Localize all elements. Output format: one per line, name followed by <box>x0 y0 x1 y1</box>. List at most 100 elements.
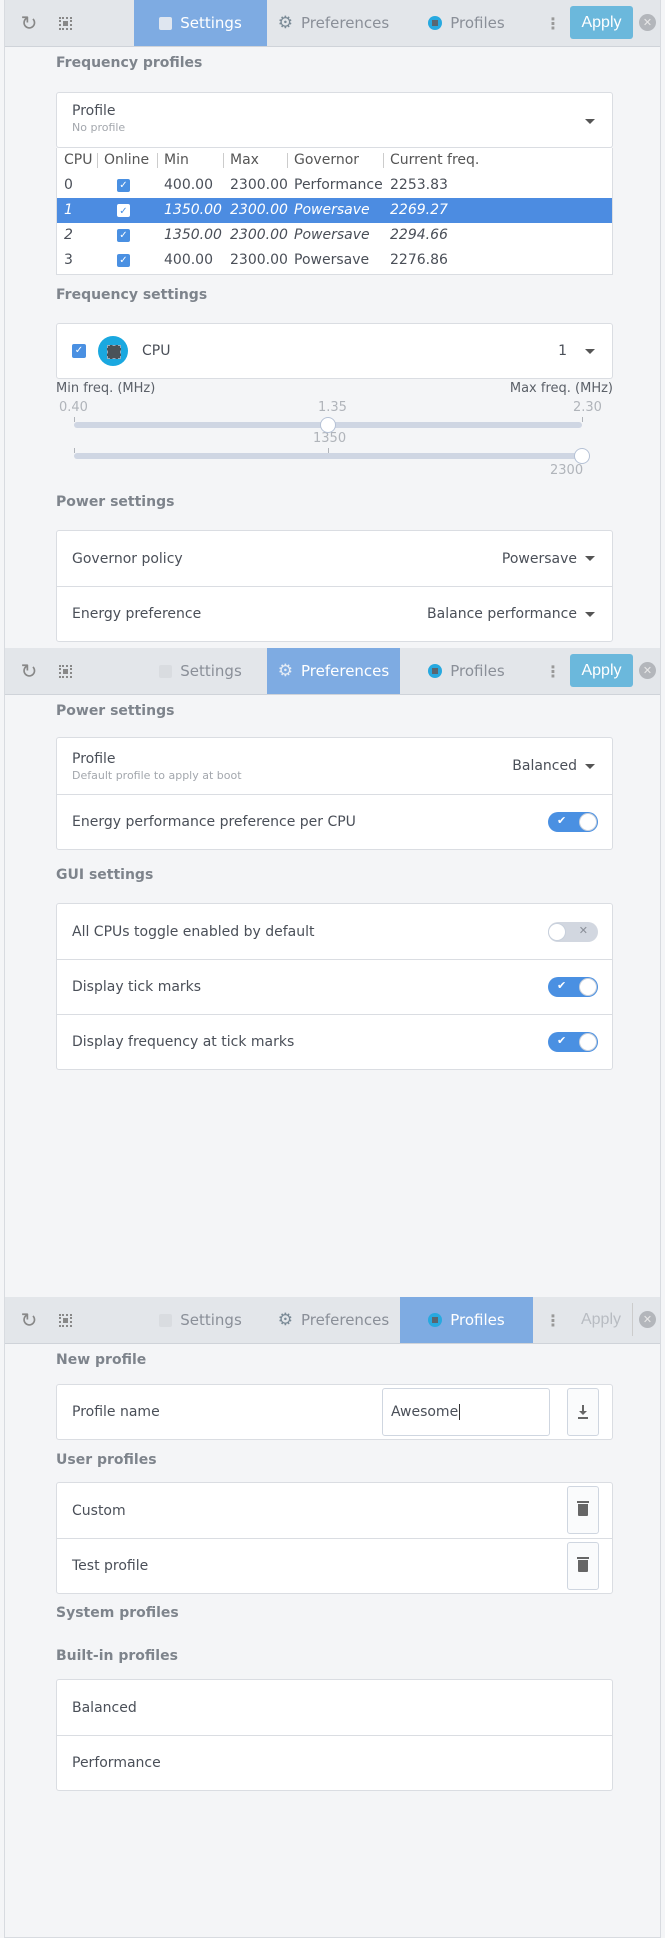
profile-dropdown[interactable]: Profile No profile <box>56 92 613 148</box>
cell-min: 1350.00 <box>164 227 222 243</box>
table-row[interactable]: 0 ✓ 400.00 2300.00 Performance 2253.83 <box>57 173 612 198</box>
tab-profiles[interactable]: Profiles <box>400 1297 533 1343</box>
online-checkbox[interactable]: ✓ <box>117 254 130 267</box>
column-header[interactable]: CPU <box>64 152 92 168</box>
refresh-icon: ↻ <box>20 1308 38 1332</box>
x-icon: ✕ <box>578 923 588 937</box>
energy-preference-value[interactable]: Balance performance <box>427 606 577 622</box>
trash-icon <box>577 1557 589 1572</box>
apply-button[interactable]: Apply <box>570 654 633 687</box>
column-header[interactable]: Online <box>104 152 149 168</box>
select-all-button[interactable] <box>51 0 79 46</box>
user-profile-row[interactable]: Custom <box>57 1483 612 1538</box>
online-checkbox[interactable]: ✓ <box>117 179 130 192</box>
select-all-icon <box>58 664 72 678</box>
apply-button[interactable]: Apply <box>570 6 633 39</box>
default-profile-row[interactable]: Profile Default profile to apply at boot… <box>57 738 612 794</box>
column-header[interactable]: Max <box>230 152 259 168</box>
builtin-profile-row[interactable]: Performance <box>57 1735 612 1790</box>
online-checkbox[interactable]: ✓ <box>117 229 130 242</box>
close-icon: ✕ <box>642 16 653 29</box>
header-bar: ↻ Settings ⚙ Preferences Profiles ⋮ Apply… <box>5 1297 660 1344</box>
delete-profile-button[interactable] <box>567 1486 599 1534</box>
governor-policy-value[interactable]: Powersave <box>502 551 577 567</box>
header-bar: ↻ Settings ⚙ Preferences Profiles ⋮ Apply… <box>5 648 660 695</box>
gui-settings-title: GUI settings <box>56 867 154 883</box>
column-header[interactable]: Min <box>164 152 189 168</box>
close-button[interactable]: ✕ <box>639 1311 656 1328</box>
column-header[interactable]: Current freq. <box>390 152 479 168</box>
energy-preference-row[interactable]: Energy preference Balance performance <box>57 586 612 641</box>
epp-per-cpu-toggle[interactable]: ✔ <box>548 812 598 832</box>
table-row[interactable]: 1 ✓ 1350.00 2300.00 Powersave 2269.27 <box>57 198 612 223</box>
min-freq-slider-thumb[interactable] <box>320 417 336 433</box>
tab-profiles[interactable]: Profiles <box>400 0 533 46</box>
menu-button[interactable]: ⋮ <box>545 1297 561 1343</box>
frequency-profiles-title: Frequency profiles <box>56 55 203 71</box>
power-settings-card: Governor policy Powersave Energy prefere… <box>56 530 613 642</box>
governor-policy-row[interactable]: Governor policy Powersave <box>57 531 612 586</box>
gui-setting-row: Display frequency at tick marks ✔ <box>57 1014 612 1069</box>
gui-setting-label: Display tick marks <box>72 979 202 995</box>
online-checkbox[interactable]: ✓ <box>117 204 130 217</box>
cell-current: 2269.27 <box>390 202 448 218</box>
refresh-button[interactable]: ↻ <box>15 0 43 46</box>
select-all-icon <box>58 16 72 30</box>
refresh-icon: ↻ <box>20 11 38 35</box>
refresh-button[interactable]: ↻ <box>15 648 43 694</box>
tab-profiles[interactable]: Profiles <box>400 648 533 694</box>
table-header: CPU Online Min Max Governor Current freq… <box>57 148 612 173</box>
builtin-profile-name: Performance <box>72 1755 161 1771</box>
delete-profile-button[interactable] <box>567 1542 599 1590</box>
profiles-panel: ↻ Settings ⚙ Preferences Profiles ⋮ Apply… <box>4 1297 661 1938</box>
tab-preferences[interactable]: ⚙ Preferences <box>267 648 400 694</box>
chevron-down-icon[interactable] <box>585 348 595 354</box>
profile-name-input[interactable]: Awesome <box>382 1388 550 1436</box>
cpu-select-value[interactable]: 1 <box>558 343 567 359</box>
profile-value: No profile <box>72 121 126 134</box>
gui-setting-toggle[interactable]: ✕ <box>548 921 598 942</box>
chevron-down-icon <box>585 119 595 124</box>
user-profile-name: Custom <box>72 1502 126 1519</box>
power-settings-card: Profile Default profile to apply at boot… <box>56 737 613 850</box>
select-all-icon <box>58 1313 72 1327</box>
tab-settings[interactable]: Settings <box>134 1297 267 1343</box>
cell-max: 2300.00 <box>230 252 288 268</box>
cell-cpu: 0 <box>64 177 73 193</box>
table-row[interactable]: 2 ✓ 1350.00 2300.00 Powersave 2294.66 <box>57 223 612 248</box>
user-profile-row[interactable]: Test profile <box>57 1538 612 1593</box>
gui-setting-toggle[interactable]: ✔ <box>548 1032 598 1052</box>
builtin-profile-row[interactable]: Balanced <box>57 1680 612 1735</box>
tick-label: 2.30 <box>573 400 602 415</box>
cell-current: 2294.66 <box>390 227 448 243</box>
menu-button[interactable]: ⋮ <box>545 0 561 46</box>
save-profile-button[interactable] <box>567 1388 599 1436</box>
table-row[interactable]: 3 ✓ 400.00 2300.00 Powersave 2276.86 <box>57 248 612 273</box>
gui-setting-toggle[interactable]: ✔ <box>548 977 598 997</box>
header-bar: ↻ Settings ⚙ Preferences Profiles ⋮ Apply… <box>5 0 660 47</box>
user-profile-name: Test profile <box>72 1558 149 1574</box>
chevron-down-icon <box>585 611 595 617</box>
tab-preferences[interactable]: ⚙ Preferences <box>267 0 400 46</box>
column-header[interactable]: Governor <box>294 152 359 168</box>
tick-mark <box>74 417 75 422</box>
tab-preferences[interactable]: ⚙ Preferences <box>267 1297 400 1343</box>
select-all-button[interactable] <box>51 648 79 694</box>
apply-button[interactable]: Apply <box>570 1303 633 1336</box>
max-freq-slider-thumb[interactable] <box>574 448 590 464</box>
refresh-button[interactable]: ↻ <box>15 1297 43 1343</box>
select-all-button[interactable] <box>51 1297 79 1343</box>
min-freq-label: Min freq. (MHz) <box>56 381 156 396</box>
governor-policy-label: Governor policy <box>72 550 183 567</box>
all-cpus-checkbox[interactable]: ✓ <box>72 344 86 358</box>
cell-current: 2253.83 <box>390 177 448 193</box>
tab-settings[interactable]: Settings <box>134 648 267 694</box>
refresh-icon: ↻ <box>20 659 38 683</box>
close-button[interactable]: ✕ <box>639 14 656 31</box>
close-button[interactable]: ✕ <box>639 662 656 679</box>
tab-settings[interactable]: Settings <box>134 0 267 46</box>
new-profile-title: New profile <box>56 1352 147 1368</box>
menu-button[interactable]: ⋮ <box>545 648 561 694</box>
default-profile-value[interactable]: Balanced <box>512 758 577 774</box>
max-freq-slider[interactable] <box>74 453 582 459</box>
